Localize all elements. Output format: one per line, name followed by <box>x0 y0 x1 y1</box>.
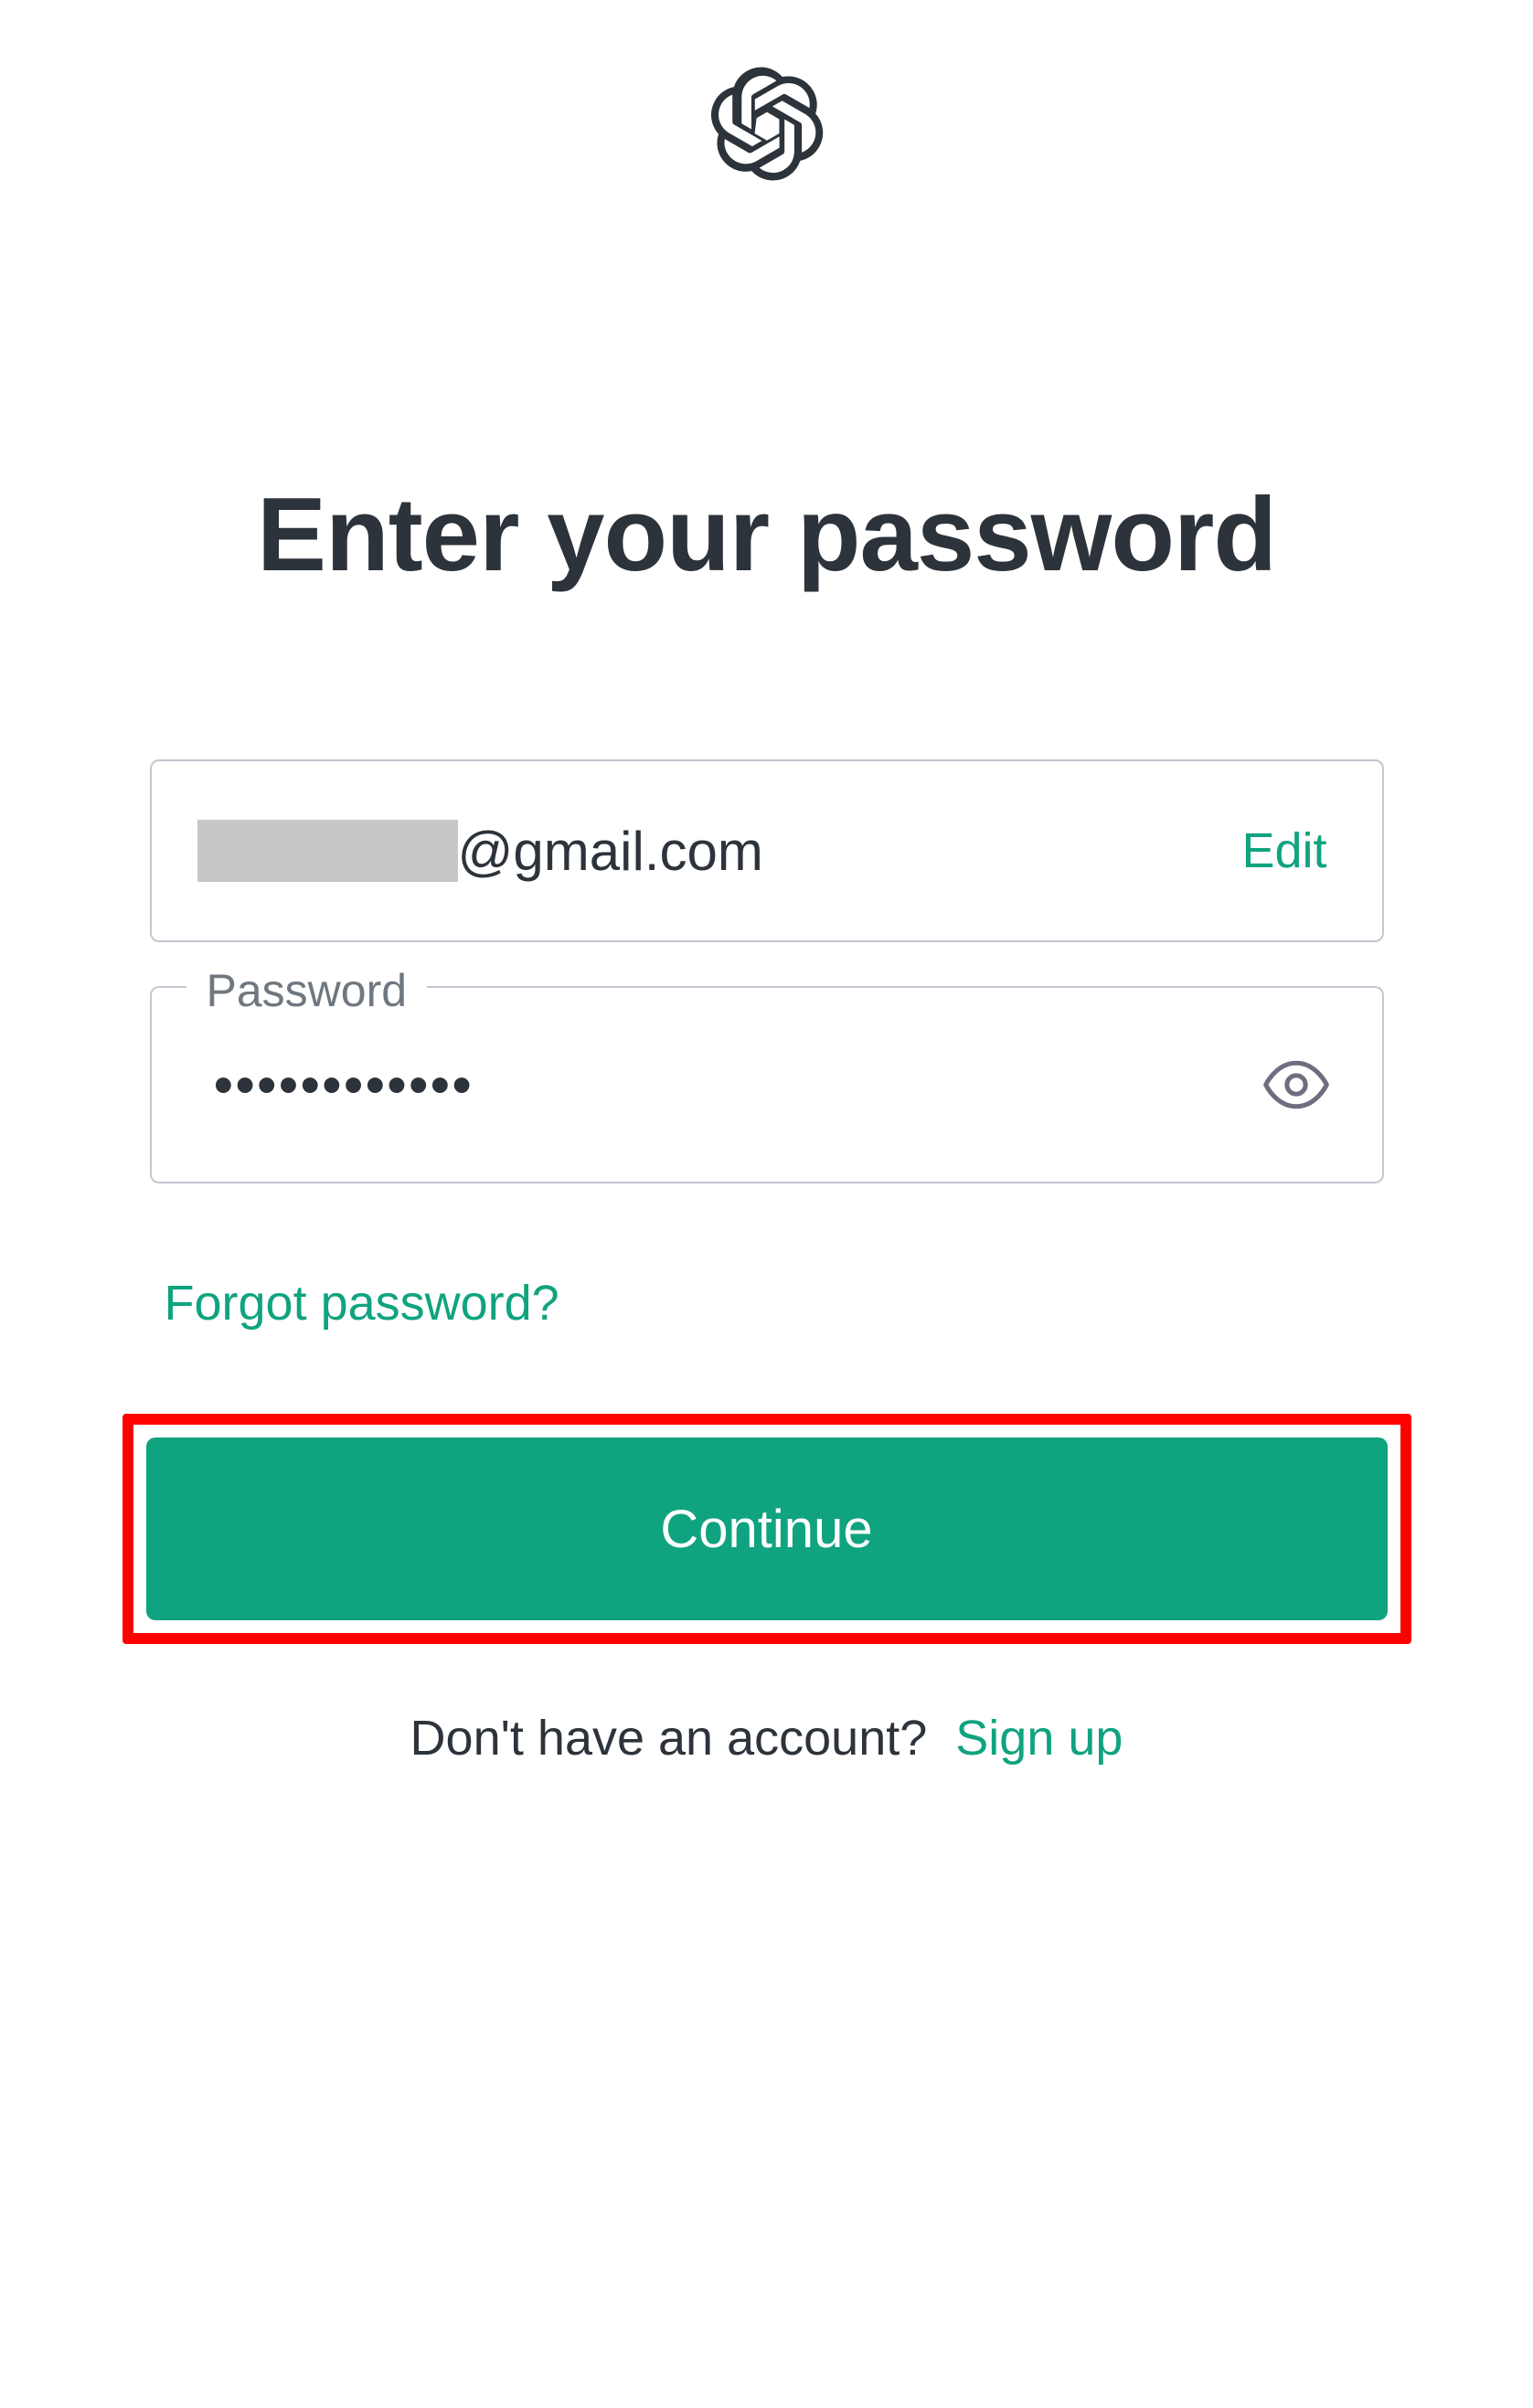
signup-prompt-row: Don't have an account? Sign up <box>410 1710 1123 1766</box>
continue-button[interactable]: Continue <box>146 1437 1388 1620</box>
forgot-password-link[interactable]: Forgot password? <box>150 1275 1384 1331</box>
signup-prompt-text: Don't have an account? <box>410 1711 928 1766</box>
password-input[interactable] <box>214 1053 1262 1118</box>
show-password-icon[interactable] <box>1262 1050 1331 1119</box>
email-display: @gmail.com Edit <box>150 759 1384 942</box>
email-redacted-local <box>197 820 458 882</box>
email-domain-text: @gmail.com <box>458 820 763 883</box>
openai-logo-icon <box>708 66 825 183</box>
password-label: Password <box>186 964 428 1017</box>
edit-email-link[interactable]: Edit <box>1241 822 1326 879</box>
page-title: Enter your password <box>257 475 1276 595</box>
continue-highlight-box: Continue <box>122 1414 1411 1644</box>
signup-link[interactable]: Sign up <box>955 1711 1123 1766</box>
